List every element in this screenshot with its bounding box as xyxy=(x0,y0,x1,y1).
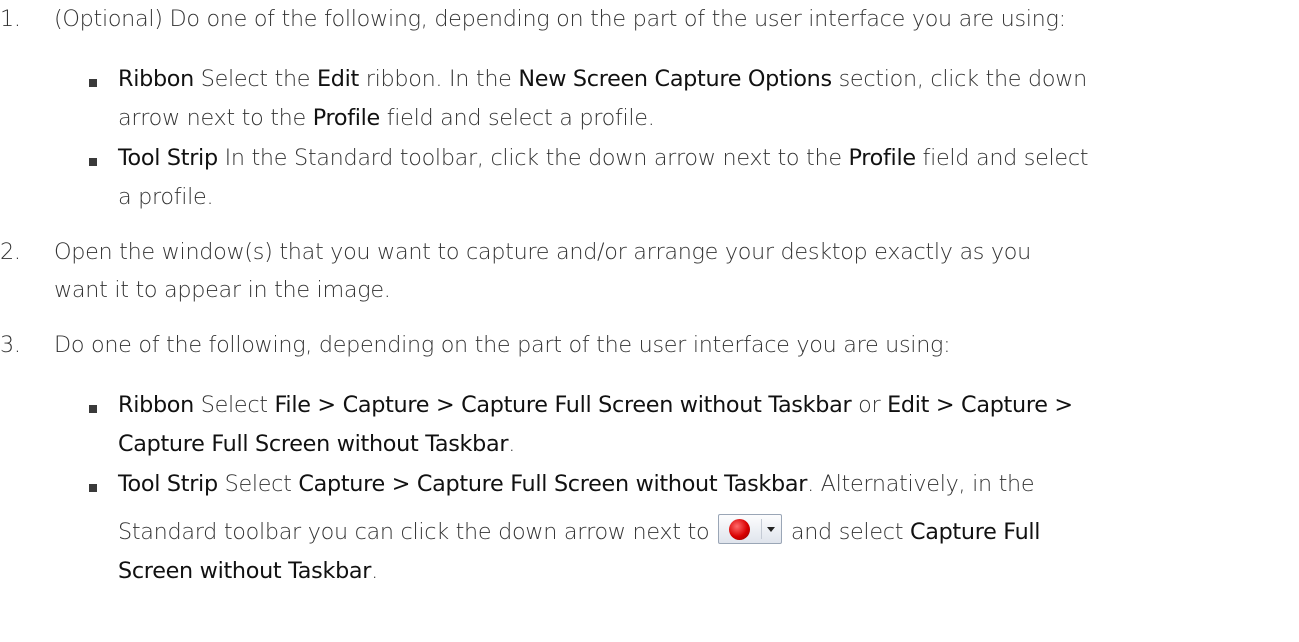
text-run: a profile. xyxy=(118,184,214,210)
step-2-number: 2. xyxy=(0,239,21,265)
step-3-option-toolstrip-line-2: Standard toolbar you can click the down … xyxy=(118,514,1041,547)
ui-term: Capture Full xyxy=(909,519,1041,545)
step-1-option-ribbon-line-1: Ribbon Select the Edit ribbon. In the Ne… xyxy=(118,64,1087,94)
ui-term: Screen without Taskbar xyxy=(118,558,372,584)
text-run: section, click the down xyxy=(831,66,1088,92)
text-run: . xyxy=(508,431,516,457)
step-1-option-ribbon-line-2: arrow next to the Profile field and sele… xyxy=(118,103,655,133)
step-2-text-line-2: want it to appear in the image. xyxy=(54,277,391,303)
ui-term: Ribbon xyxy=(118,66,194,92)
text-run: In the Standard toolbar, click the down … xyxy=(217,145,849,171)
step-3-number: 3. xyxy=(0,332,21,358)
ui-term: Edit xyxy=(317,66,359,92)
text-run: Select xyxy=(193,392,275,418)
text-run: . Alternatively, in the xyxy=(807,471,1035,497)
text-run: Select xyxy=(217,471,299,497)
text-run: field and select a profile. xyxy=(379,105,655,131)
bullet-marker xyxy=(89,79,97,87)
step-1-number: 1. xyxy=(0,6,21,32)
text-run: and select xyxy=(784,519,910,545)
step-1-option-toolstrip-line-2: a profile. xyxy=(118,182,214,212)
procedure-steps: 1. (Optional) Do one of the following, d… xyxy=(0,0,1299,642)
dropdown-arrow-icon xyxy=(767,527,776,532)
text-run: or xyxy=(851,392,888,418)
step-1-text: (Optional) Do one of the following, depe… xyxy=(54,6,1066,32)
bullet-marker xyxy=(89,484,97,492)
text-run: field and select xyxy=(915,145,1089,171)
text-run: . xyxy=(371,558,378,584)
ui-term: Capture > Capture Full Screen without Ta… xyxy=(298,471,808,497)
ui-term: Ribbon xyxy=(118,392,194,418)
ui-term: Capture Full Screen without Taskbar xyxy=(118,431,509,457)
ui-term: New Screen Capture Options xyxy=(518,66,832,92)
ui-term: Edit > Capture > xyxy=(887,392,1073,418)
step-1-option-toolstrip-line-1: Tool Strip In the Standard toolbar, clic… xyxy=(118,143,1089,173)
ui-term: Tool Strip xyxy=(118,145,218,171)
text-run: arrow next to the xyxy=(118,105,313,131)
text-run: ribbon. In the xyxy=(359,66,519,92)
record-capture-button-icon xyxy=(718,514,783,544)
ui-term: Tool Strip xyxy=(118,471,218,497)
ui-term: Profile xyxy=(312,105,381,131)
bullet-marker xyxy=(89,405,97,413)
step-3-option-toolstrip-line-1: Tool Strip Select Capture > Capture Full… xyxy=(118,469,1035,499)
step-3-option-toolstrip-line-3: Screen without Taskbar. xyxy=(118,556,378,586)
step-2-text-line-1: Open the window(s) that you want to capt… xyxy=(54,239,1031,265)
bullet-marker xyxy=(89,158,97,166)
record-dot-icon xyxy=(729,519,751,540)
text-run: Select the xyxy=(193,66,318,92)
ui-term: Profile xyxy=(848,145,917,171)
step-3-option-ribbon-line-2: Capture Full Screen without Taskbar. xyxy=(118,429,515,459)
text-run: Standard toolbar you can click the down … xyxy=(118,519,717,545)
step-3-option-ribbon-line-1: Ribbon Select File > Capture > Capture F… xyxy=(118,390,1073,420)
button-divider xyxy=(761,519,763,539)
step-3-text: Do one of the following, depending on th… xyxy=(54,332,951,358)
ui-term: File > Capture > Capture Full Screen wit… xyxy=(274,392,852,418)
